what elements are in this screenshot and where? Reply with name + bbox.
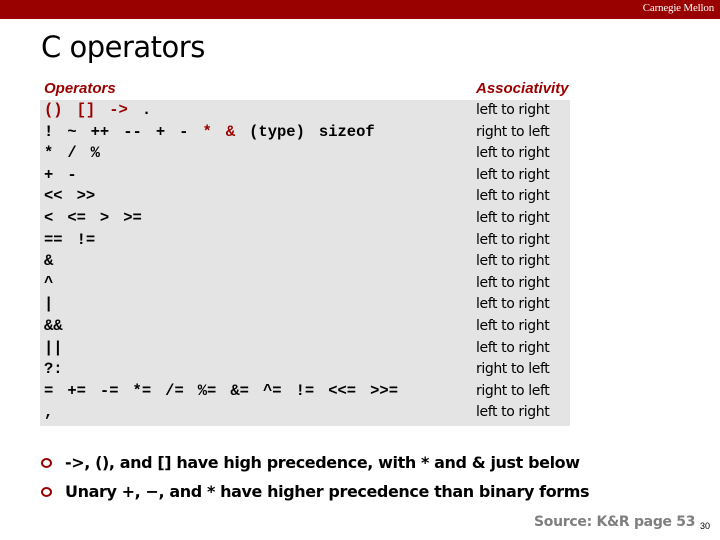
- operator-token: -=: [99, 381, 119, 400]
- operator-token: ==: [44, 230, 63, 249]
- operator-token: %: [90, 144, 100, 163]
- operator-token: !=: [295, 381, 315, 400]
- operator-row: () [] ->.: [44, 100, 412, 122]
- operator-token: (type): [249, 122, 305, 141]
- operator-token: !: [44, 122, 54, 141]
- operator-token: ->: [109, 101, 128, 119]
- operator-token: +=: [67, 381, 86, 400]
- associativity-cell: left to right: [476, 317, 550, 334]
- associativity-cell: right to left: [476, 361, 550, 378]
- operator-row: == !=: [44, 230, 412, 252]
- operator-token: *: [202, 122, 212, 141]
- operator-token: +: [44, 165, 54, 184]
- operator-row: ! ~ ++ -- + - * & (type) sizeof: [44, 122, 412, 144]
- operator-row: = += -= *= /= %= &= ^= != <<= >>=: [44, 381, 412, 403]
- associativity-cell: left to right: [476, 296, 550, 313]
- operator-row: * /%: [44, 143, 412, 165]
- source-citation: Source: K&R page 53: [534, 514, 696, 530]
- operator-token: []: [76, 101, 96, 119]
- operator-token: +: [155, 122, 166, 141]
- operator-token: sizeof: [318, 122, 375, 141]
- brand-label: Carnegie Mellon: [642, 2, 714, 14]
- operator-token: %=: [197, 381, 217, 400]
- bullet-text: Unary +, −, and * have higher precedence…: [65, 481, 590, 501]
- operator-token: >: [99, 208, 110, 227]
- operator-token: !=: [76, 230, 96, 249]
- associativity-cell: left to right: [476, 274, 550, 291]
- operator-row: ?:: [44, 359, 412, 381]
- operator-row: < <= > >=: [44, 208, 412, 230]
- associativity-column: left to right right to left left to right l…: [476, 100, 550, 424]
- operator-token: ++: [90, 122, 110, 141]
- operator-token: &: [225, 122, 236, 141]
- bullet-item: ->, (), and [] have high precedence, wit…: [40, 448, 589, 477]
- slide-title: C operators: [41, 30, 205, 64]
- operator-row: |: [44, 294, 412, 316]
- operator-row: ||: [44, 338, 412, 360]
- associativity-cell: left to right: [476, 231, 550, 248]
- operator-token: ||: [44, 338, 63, 357]
- associativity-cell: left to right: [476, 404, 550, 421]
- operator-token: ~: [67, 122, 77, 141]
- operator-row: << >>: [44, 186, 412, 208]
- operator-token: <=: [67, 208, 86, 227]
- operator-token: ,: [44, 403, 54, 422]
- bullet-text: ->, (), and [] have high precedence, wit…: [65, 452, 580, 472]
- operator-token: /=: [165, 381, 184, 400]
- operator-token: /: [67, 144, 77, 163]
- associativity-cell: left to right: [476, 188, 550, 205]
- operator-token: <<: [44, 187, 63, 206]
- operator-token: <<=: [328, 381, 357, 400]
- associativity-cell: left to right: [476, 253, 550, 270]
- operator-row: &&: [44, 316, 412, 338]
- operator-token: .: [141, 101, 152, 119]
- operator-row: + -: [44, 165, 412, 187]
- operators-header: Operators: [44, 80, 116, 97]
- associativity-cell: right to left: [476, 382, 550, 399]
- page-number: 30: [700, 521, 711, 531]
- operator-token: &: [44, 252, 54, 271]
- header-bar: Carnegie Mellon: [0, 0, 720, 19]
- operator-token: (): [44, 101, 63, 119]
- operator-token: --: [123, 122, 142, 141]
- bullet-item: Unary +, −, and * have higher precedence…: [40, 477, 590, 506]
- associativity-cell: left to right: [476, 145, 550, 162]
- operator-token: |: [44, 295, 54, 314]
- operator-token: ^: [44, 273, 54, 292]
- operator-token: >>: [76, 187, 96, 206]
- operator-row: &: [44, 251, 412, 273]
- operator-token: <: [44, 208, 54, 227]
- operator-token: *=: [132, 381, 152, 400]
- associativity-cell: left to right: [476, 102, 550, 118]
- circle-bullet-icon: [41, 486, 52, 497]
- operator-token: &&: [44, 316, 63, 335]
- operator-row: ,: [44, 402, 412, 424]
- associativity-header: Associativity: [476, 80, 569, 97]
- circle-bullet-icon: [41, 457, 52, 468]
- operator-token: >=: [123, 208, 142, 227]
- operator-row: ^: [44, 273, 412, 295]
- associativity-cell: left to right: [476, 209, 550, 226]
- bullet-list: ->, (), and [] have high precedence, wit…: [40, 448, 590, 506]
- operator-token: >>=: [370, 381, 398, 400]
- associativity-cell: left to right: [476, 339, 550, 356]
- associativity-cell: left to right: [476, 166, 550, 183]
- operator-token: ?:: [44, 360, 63, 379]
- operator-token: *: [44, 144, 54, 163]
- operator-token: -: [67, 165, 77, 184]
- operator-token: =: [44, 381, 54, 400]
- operator-token: -: [179, 122, 189, 141]
- operator-token: &=: [230, 381, 249, 400]
- operator-token: ^=: [262, 381, 282, 400]
- operators-column: ()[] ->.! ~ ++ -- + - * & (type) sizeof * /% + - << >> < <…: [44, 100, 412, 424]
- associativity-cell: right to left: [476, 123, 550, 140]
